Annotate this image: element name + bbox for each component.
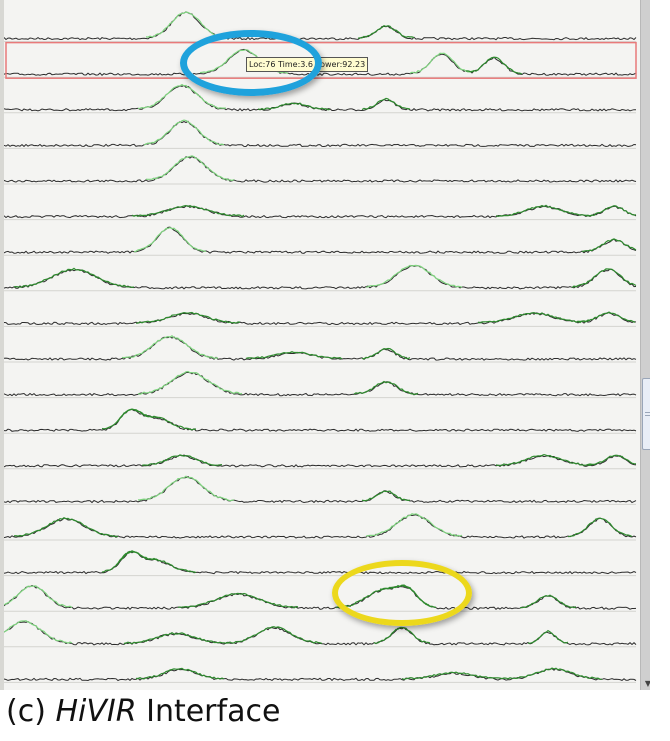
track-peak[interactable] <box>357 25 415 39</box>
track-peak[interactable] <box>101 550 159 573</box>
track-signal-line <box>4 11 637 41</box>
track-signal-line <box>4 408 637 432</box>
track-peak[interactable] <box>177 592 299 609</box>
track-signal-line <box>4 454 637 468</box>
track-signal-line <box>4 371 637 397</box>
track-peak[interactable] <box>495 204 593 218</box>
figure-caption: (c) HiVIR Interface <box>6 690 280 734</box>
track-signal-line <box>4 205 637 219</box>
track-signal-line <box>4 550 637 575</box>
track-peak[interactable] <box>365 264 463 288</box>
track-peak[interactable] <box>587 454 637 467</box>
track-peak[interactable] <box>141 454 223 466</box>
track-signal-line <box>4 621 637 646</box>
track-peak[interactable] <box>245 351 343 360</box>
caption-emphasis: HiVIR <box>55 694 137 729</box>
scroll-down-arrow-icon[interactable]: ▼ <box>642 678 650 690</box>
track-peak[interactable] <box>4 620 73 644</box>
track-peak[interactable] <box>13 517 119 538</box>
track-signal-line <box>4 514 637 539</box>
track-peak[interactable] <box>121 335 218 359</box>
track-peak[interactable] <box>465 56 523 75</box>
track-peak[interactable] <box>143 119 225 146</box>
track-peak[interactable] <box>115 550 197 574</box>
caption-suffix: Interface <box>136 694 281 729</box>
track-peak[interactable] <box>13 267 135 289</box>
track-signal-line <box>4 476 637 504</box>
track-signal-line <box>4 226 637 254</box>
track-signal-line <box>4 85 637 112</box>
track-peak[interactable] <box>225 626 323 644</box>
track-peak[interactable] <box>361 490 411 502</box>
track-peak[interactable] <box>257 102 331 111</box>
track-signal-line <box>4 311 637 326</box>
highlight-circle-yellow <box>332 560 472 626</box>
track-peak[interactable] <box>115 408 197 431</box>
vertical-scrollbar[interactable]: ▼ <box>640 0 650 690</box>
track-peak[interactable] <box>101 408 159 430</box>
track-peak[interactable] <box>365 513 463 537</box>
track-peak[interactable] <box>131 204 245 218</box>
track-signal-line <box>4 667 637 682</box>
track-peak[interactable] <box>137 370 243 395</box>
hivir-track-viewer[interactable]: Loc:76 Time:3.6 Power:92.23 ▼ <box>0 0 650 690</box>
track-signal-line <box>4 120 637 148</box>
track-peak[interactable] <box>145 155 235 182</box>
track-peak[interactable] <box>4 585 73 609</box>
track-peak[interactable] <box>133 226 207 253</box>
track-peak[interactable] <box>520 594 577 609</box>
track-peak[interactable] <box>123 631 229 645</box>
caption-prefix: (c) <box>6 694 56 729</box>
signal-tracks[interactable] <box>4 0 640 690</box>
track-peak[interactable] <box>138 475 235 502</box>
scrollbar-thumb[interactable] <box>642 378 650 450</box>
track-peak[interactable] <box>353 380 419 396</box>
highlight-circle-blue <box>180 30 322 96</box>
track-peak[interactable] <box>409 52 475 74</box>
track-signal-line <box>4 156 637 183</box>
